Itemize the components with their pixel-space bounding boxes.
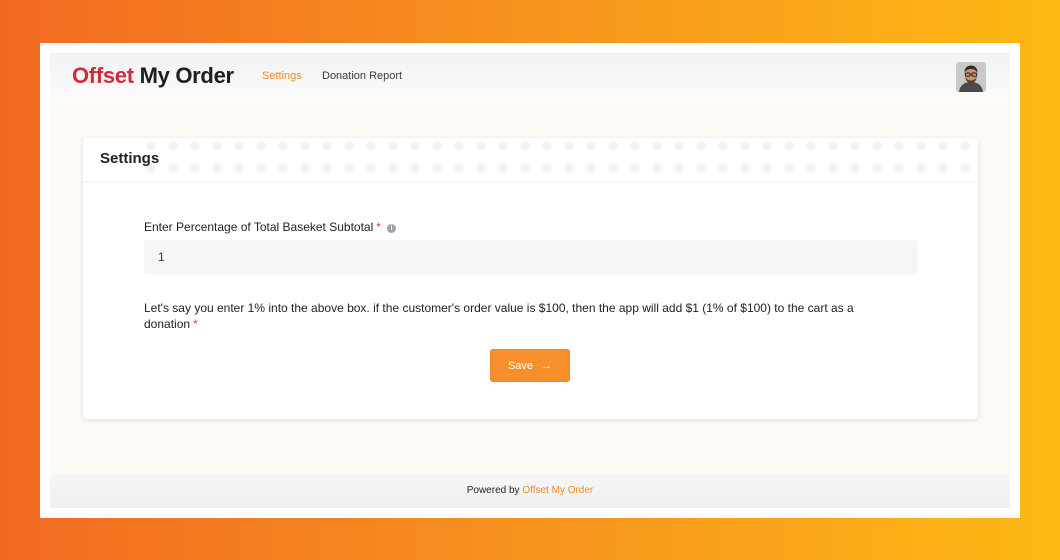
arrow-right-icon: → [541, 359, 553, 372]
nav-donation-report-link[interactable]: Donation Report [322, 70, 402, 82]
user-avatar-icon[interactable] [956, 62, 986, 92]
info-icon[interactable]: i [386, 224, 396, 233]
top-navbar: Offset My Order Settings Donation Report [50, 53, 1010, 101]
save-button[interactable]: Save → [490, 349, 570, 382]
card-title: Settings [100, 150, 160, 167]
nav-settings-link[interactable]: Settings [262, 70, 302, 82]
save-button-label: Save [507, 359, 534, 372]
percentage-label-text: Enter Percentage of Total Baseket Subtot… [144, 220, 374, 234]
required-marker: * [376, 220, 381, 234]
footer-link[interactable]: Offset My Order [522, 485, 593, 496]
screenshot-frame: Offset My Order Settings Donation Report [40, 43, 1020, 518]
header-pattern [143, 138, 978, 181]
percentage-field-label: Enter Percentage of Total Baseket Subtot… [144, 220, 396, 234]
logo-my-order-text: My Order [139, 63, 234, 88]
footer-prefix: Powered by [466, 485, 520, 496]
logo-offset-text: Offset [72, 63, 134, 88]
settings-card: Settings Enter Percentage of Total Basek… [83, 138, 978, 419]
help-required-marker: * [193, 317, 198, 331]
app-window: Offset My Order Settings Donation Report [50, 53, 1010, 508]
help-text-body: Let's say you enter 1% into the above bo… [144, 301, 854, 331]
help-text: Let's say you enter 1% into the above bo… [144, 300, 884, 332]
app-logo[interactable]: Offset My Order [72, 63, 234, 89]
card-header: Settings [83, 138, 978, 182]
percentage-input[interactable] [144, 240, 918, 274]
footer: Powered by Offset My Order [50, 474, 1010, 508]
